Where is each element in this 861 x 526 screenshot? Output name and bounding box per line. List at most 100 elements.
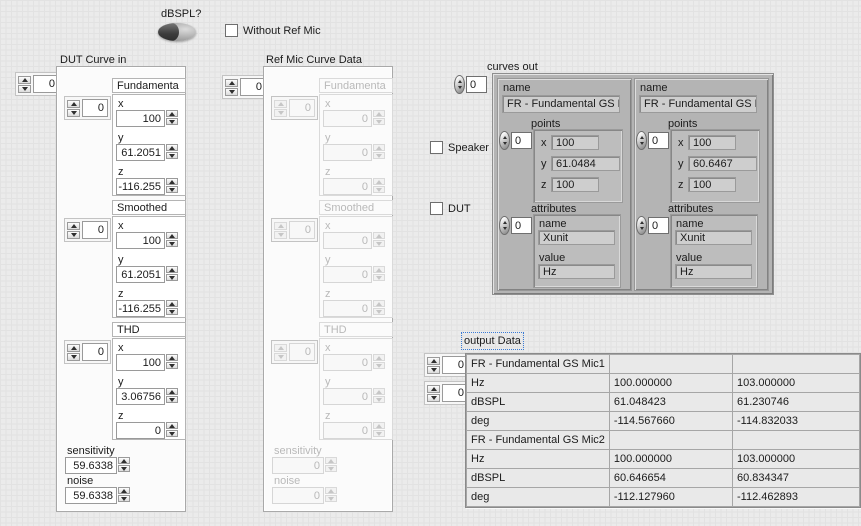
y-value[interactable]: 61.2051	[116, 144, 165, 161]
attr-value-value[interactable]: Hz	[538, 264, 615, 279]
fundamental-index-control[interactable]: 0	[64, 96, 111, 120]
table-cell[interactable]	[609, 355, 732, 374]
increment-button[interactable]	[427, 385, 440, 393]
without-ref-mic-checkbox[interactable]: Without Ref Mic	[225, 24, 321, 37]
table-cell[interactable]: 103.000000	[733, 450, 860, 469]
points-index-control[interactable]: 0	[499, 131, 532, 150]
increment-button[interactable]	[427, 357, 440, 365]
table-cell[interactable]: 103.000000	[733, 374, 860, 393]
increment-button[interactable]	[166, 110, 178, 117]
index-value[interactable]: 0	[648, 132, 669, 149]
x-value[interactable]: 100	[551, 135, 599, 150]
decrement-button[interactable]	[67, 231, 80, 239]
x-value[interactable]: 100	[116, 110, 165, 127]
increment-button[interactable]	[166, 232, 178, 239]
decrement-button[interactable]	[118, 495, 130, 502]
curves-out-index-control[interactable]: 0	[454, 75, 487, 94]
increment-button[interactable]	[118, 487, 130, 494]
table-cell[interactable]: 61.230746	[733, 393, 860, 412]
table-cell[interactable]: -114.567660	[609, 412, 732, 431]
dbspl-toggle-switch[interactable]	[158, 23, 196, 41]
decrement-button[interactable]	[166, 240, 178, 247]
table-cell[interactable]: Hz	[467, 450, 610, 469]
decrement-button[interactable]	[427, 394, 440, 402]
round-spinner[interactable]	[636, 216, 647, 235]
smoothed-index-control[interactable]: 0	[64, 218, 111, 242]
y-value[interactable]: 60.6467	[688, 156, 757, 171]
decrement-button[interactable]	[166, 152, 178, 159]
decrement-button[interactable]	[166, 430, 178, 437]
decrement-button[interactable]	[67, 109, 80, 117]
increment-button[interactable]	[67, 344, 80, 352]
output-data-row-index-control[interactable]: 0	[424, 353, 471, 377]
x-numeric-control[interactable]: 100	[116, 232, 178, 249]
table-cell[interactable]: dBSPL	[467, 469, 610, 488]
x-value[interactable]: 100	[688, 135, 736, 150]
increment-button[interactable]	[67, 222, 80, 230]
increment-button[interactable]	[166, 178, 178, 185]
decrement-button[interactable]	[118, 465, 130, 472]
round-spinner[interactable]	[499, 216, 510, 235]
z-value[interactable]: -116.255	[116, 300, 165, 317]
index-value[interactable]: 0	[511, 217, 532, 234]
increment-button[interactable]	[166, 266, 178, 273]
decrement-button[interactable]	[18, 85, 31, 93]
table-cell[interactable]: 100.000000	[609, 450, 732, 469]
noise-value[interactable]: 59.6338	[65, 487, 117, 504]
increment-button[interactable]	[166, 144, 178, 151]
table-cell[interactable]	[733, 355, 860, 374]
speaker-checkbox[interactable]: Speaker	[430, 141, 489, 154]
attr-name-value[interactable]: Xunit	[675, 230, 752, 245]
round-spinner[interactable]	[454, 75, 465, 94]
y-numeric-control[interactable]: 61.2051	[116, 144, 178, 161]
x-value[interactable]: 100	[116, 354, 165, 371]
index-value[interactable]: 0	[466, 76, 487, 93]
y-numeric-control[interactable]: 61.2051	[116, 266, 178, 283]
table-cell[interactable]: -112.462893	[733, 488, 860, 507]
output-data-label[interactable]: output Data	[464, 335, 521, 347]
increment-button[interactable]	[18, 76, 31, 84]
z-value[interactable]: 100	[551, 177, 599, 192]
noise-numeric-control[interactable]: 59.6338	[65, 487, 130, 504]
table-cell[interactable]: 61.048423	[609, 393, 732, 412]
table-cell[interactable]: 100.000000	[609, 374, 732, 393]
index-value[interactable]: 0	[82, 99, 108, 117]
decrement-button[interactable]	[166, 396, 178, 403]
table-cell[interactable]: deg	[467, 488, 610, 507]
y-value[interactable]: 3.06756	[116, 388, 165, 405]
index-value[interactable]: 0	[511, 132, 532, 149]
increment-button[interactable]	[166, 422, 178, 429]
dut-checkbox[interactable]: DUT	[430, 202, 471, 215]
table-cell[interactable]: -112.127960	[609, 488, 732, 507]
table-cell[interactable]: Hz	[467, 374, 610, 393]
increment-button[interactable]	[67, 100, 80, 108]
decrement-button[interactable]	[67, 353, 80, 361]
z-value[interactable]: 0	[116, 422, 165, 439]
attr-name-value[interactable]: Xunit	[538, 230, 615, 245]
increment-button[interactable]	[225, 79, 238, 87]
y-value[interactable]: 61.0484	[551, 156, 620, 171]
dut-curve-in-index-control[interactable]: 0	[15, 72, 62, 96]
decrement-button[interactable]	[427, 366, 440, 374]
table-cell[interactable]: FR - Fundamental GS Mic2	[467, 431, 610, 450]
increment-button[interactable]	[166, 388, 178, 395]
table-cell[interactable]: dBSPL	[467, 393, 610, 412]
y-numeric-control[interactable]: 3.06756	[116, 388, 178, 405]
table-cell[interactable]: deg	[467, 412, 610, 431]
attr-value-value[interactable]: Hz	[675, 264, 752, 279]
x-numeric-control[interactable]: 100	[116, 110, 178, 127]
z-numeric-control[interactable]: -116.255	[116, 300, 178, 317]
table-cell[interactable]: -114.832033	[733, 412, 860, 431]
round-spinner[interactable]	[499, 131, 510, 150]
increment-button[interactable]	[118, 457, 130, 464]
x-value[interactable]: 100	[116, 232, 165, 249]
decrement-button[interactable]	[225, 88, 238, 96]
output-data-col-index-control[interactable]: 0	[424, 381, 471, 405]
increment-button[interactable]	[166, 300, 178, 307]
decrement-button[interactable]	[166, 118, 178, 125]
decrement-button[interactable]	[166, 274, 178, 281]
table-cell[interactable]: FR - Fundamental GS Mic1	[467, 355, 610, 374]
z-value[interactable]: 100	[688, 177, 736, 192]
x-numeric-control[interactable]: 100	[116, 354, 178, 371]
increment-button[interactable]	[166, 354, 178, 361]
